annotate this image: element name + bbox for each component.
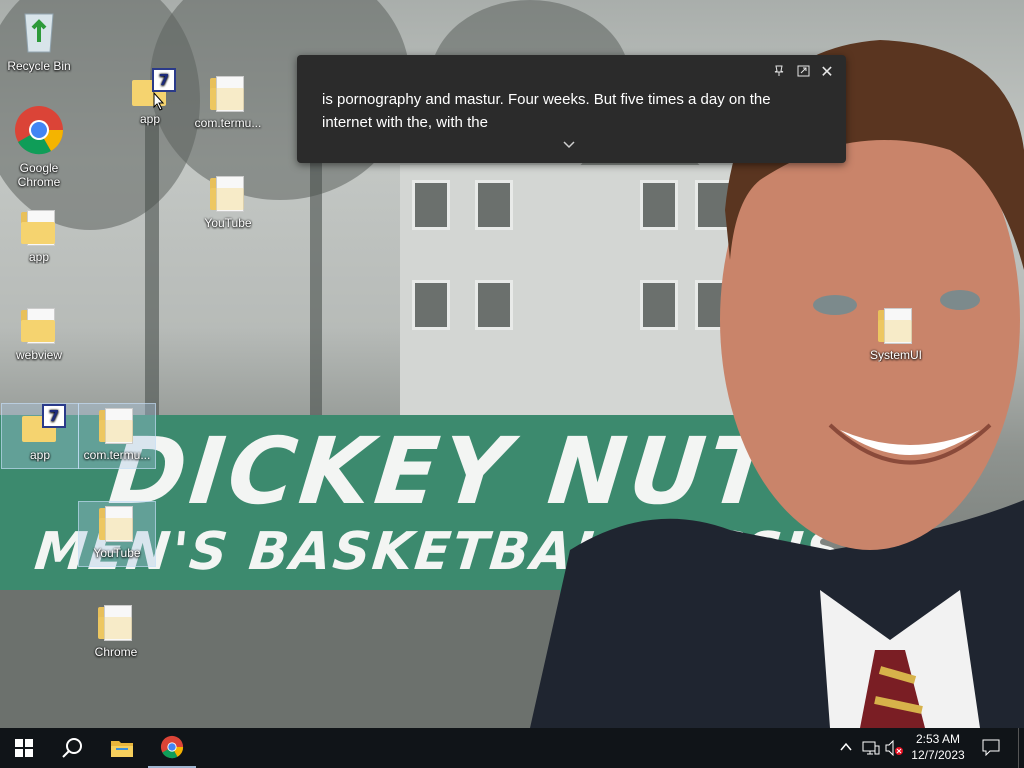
desktop-icon-label: Recycle Bin bbox=[7, 59, 71, 73]
desktop-icon-label: com.termu... bbox=[194, 116, 262, 130]
folder-icon bbox=[96, 603, 136, 643]
wallpaper-trunk bbox=[310, 140, 322, 420]
desktop-icon-label: YouTube bbox=[204, 216, 252, 230]
folder-icon bbox=[19, 306, 59, 346]
folder-icon bbox=[97, 504, 137, 544]
mouse-cursor bbox=[153, 92, 165, 111]
app-archive-icon[interactable]: 7 app bbox=[112, 68, 188, 126]
app-folder-icon[interactable]: app bbox=[1, 208, 77, 264]
folder-icon bbox=[208, 74, 248, 114]
desktop-icon-label: app bbox=[139, 112, 161, 126]
desktop-icon-label: com.termu... bbox=[83, 448, 151, 462]
systemui-folder-icon[interactable]: SystemUI bbox=[858, 306, 934, 362]
search-icon bbox=[62, 738, 82, 758]
building-window bbox=[412, 180, 450, 230]
chrome-icon bbox=[160, 735, 184, 759]
file-explorer-icon bbox=[111, 741, 133, 757]
clock-time: 2:53 AM bbox=[915, 732, 961, 746]
building-window bbox=[475, 280, 513, 330]
desktop-icon-label: Chrome bbox=[94, 645, 138, 659]
chevron-down-icon[interactable] bbox=[563, 138, 575, 152]
chrome-folder-icon[interactable]: Chrome bbox=[78, 603, 154, 659]
youtube-folder-icon[interactable]: YouTube bbox=[78, 501, 156, 567]
desktop-icon-label: app bbox=[28, 250, 50, 264]
building-window bbox=[475, 180, 513, 230]
caption-text: is pornography and mastur. Four weeks. B… bbox=[322, 91, 771, 131]
pin-icon[interactable] bbox=[770, 65, 788, 80]
folder-icon bbox=[876, 306, 916, 346]
folder-icon bbox=[19, 208, 59, 248]
youtube-folder-icon[interactable]: YouTube bbox=[190, 174, 266, 230]
desktop-icon-label: app bbox=[29, 448, 51, 462]
desktop-icon-label: webview bbox=[15, 348, 63, 362]
clock-date: 12/7/2023 bbox=[911, 748, 965, 762]
desktop-icon-label: YouTube bbox=[93, 546, 141, 560]
webview-folder-icon[interactable]: webview bbox=[1, 306, 77, 362]
start-button[interactable] bbox=[0, 728, 48, 768]
com-termux-folder-icon[interactable]: com.termu... bbox=[190, 74, 266, 130]
close-icon[interactable]: ✕ bbox=[818, 62, 836, 82]
wallpaper-trunk bbox=[145, 120, 159, 420]
search-button[interactable] bbox=[48, 728, 96, 768]
show-desktop-button[interactable] bbox=[1018, 728, 1024, 768]
chrome-icon bbox=[15, 106, 64, 155]
archive-7z-icon: 7 bbox=[20, 404, 66, 446]
system-clock[interactable]: 2:53 AM 12/7/2023 bbox=[906, 731, 970, 763]
taskbar: 2:53 AM 12/7/2023 bbox=[0, 728, 1024, 768]
expand-icon[interactable] bbox=[794, 65, 812, 80]
windows-logo-icon bbox=[15, 739, 33, 757]
com-termux-folder-icon[interactable]: com.termu... bbox=[78, 403, 156, 469]
volume-muted-icon[interactable] bbox=[884, 739, 904, 759]
recycle-bin-graphic bbox=[24, 13, 54, 53]
desktop-icon-label: Google Chrome bbox=[17, 161, 61, 189]
app-archive-icon[interactable]: 7 app bbox=[1, 403, 79, 469]
building-window bbox=[412, 280, 450, 330]
file-explorer-button[interactable] bbox=[98, 728, 146, 768]
folder-icon bbox=[208, 174, 248, 214]
live-captions-window[interactable]: ✕ is pornography and mastur. Four weeks.… bbox=[297, 55, 846, 163]
recycle-bin-icon[interactable]: Recycle Bin bbox=[1, 6, 77, 73]
chrome-taskbar-button[interactable] bbox=[148, 728, 196, 768]
chevron-up-icon[interactable] bbox=[840, 740, 852, 755]
notification-center-icon[interactable] bbox=[982, 738, 1000, 759]
network-icon[interactable] bbox=[862, 740, 880, 759]
google-chrome-shortcut[interactable]: Google Chrome bbox=[1, 104, 77, 189]
desktop-icon-label: SystemUI bbox=[869, 348, 922, 362]
folder-icon bbox=[97, 406, 137, 446]
